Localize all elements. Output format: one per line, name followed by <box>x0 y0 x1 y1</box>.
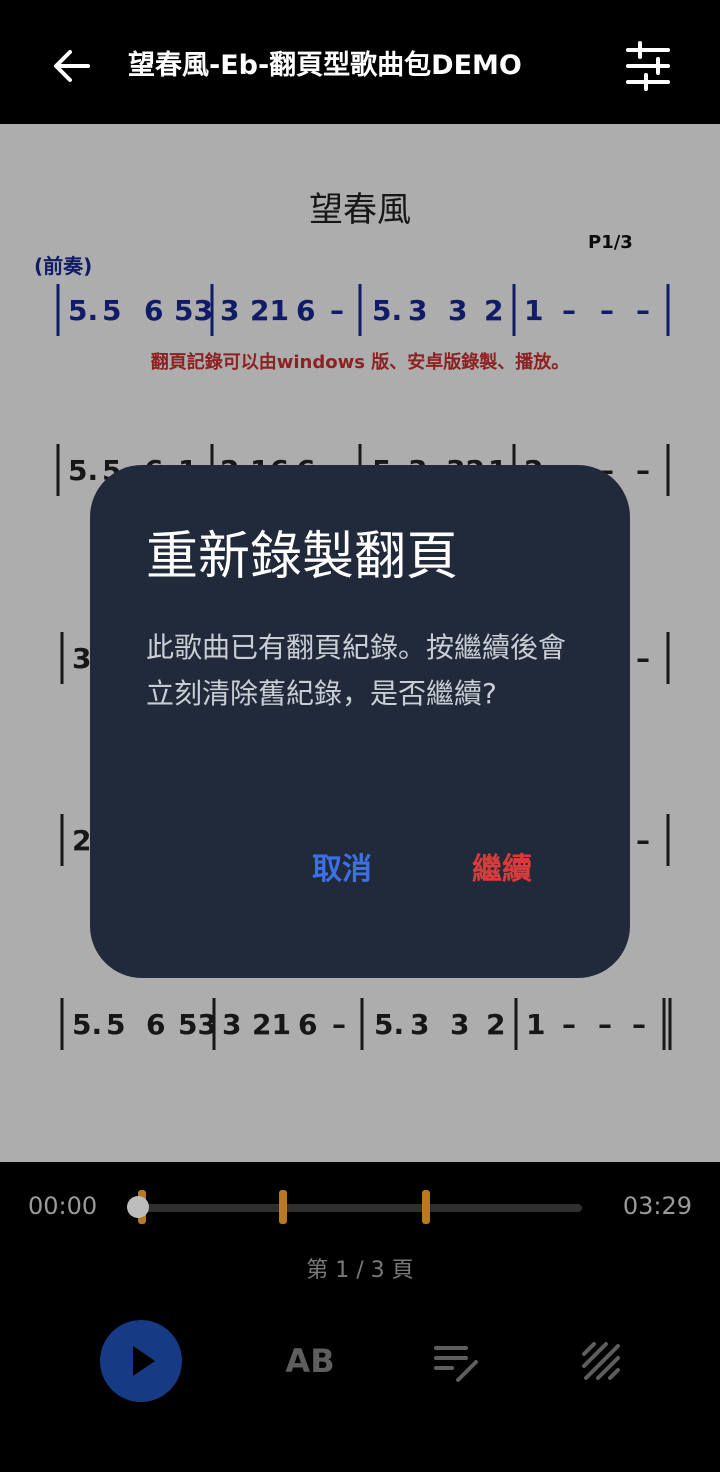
back-button[interactable] <box>44 38 100 94</box>
progress-slider[interactable] <box>138 1204 582 1212</box>
settings-button[interactable] <box>620 38 676 94</box>
ab-repeat-button[interactable]: AB <box>280 1338 340 1384</box>
page-marker[interactable] <box>422 1190 430 1224</box>
play-icon <box>133 1346 155 1376</box>
player-controls: 00:00 03:29 第 1 / 3 頁 AB <box>0 1162 720 1472</box>
draw-icon <box>582 1342 620 1380</box>
edit-notes-icon <box>434 1346 478 1382</box>
current-time: 00:00 <box>28 1192 98 1220</box>
draw-button[interactable] <box>576 1336 626 1386</box>
dialog-title: 重新錄製翻頁 <box>146 527 459 587</box>
app-bar: 望春風-Eb-翻頁型歌曲包DEMO <box>0 0 720 124</box>
cancel-button[interactable]: 取消 <box>312 845 372 895</box>
total-time: 03:29 <box>622 1192 692 1220</box>
dialog-message: 此歌曲已有翻頁紀錄。按繼續後會立刻清除舊紀錄，是否繼續? <box>146 631 567 710</box>
page-marker[interactable] <box>279 1190 287 1224</box>
continue-button[interactable]: 繼續 <box>472 845 532 895</box>
rerecord-dialog: 重新錄製翻頁 此歌曲已有翻頁紀錄。按繼續後會立刻清除舊紀錄，是否繼續? 取消 繼… <box>90 465 630 978</box>
edit-button[interactable] <box>432 1340 482 1384</box>
arrow-left-icon <box>54 50 90 82</box>
tune-sliders-icon <box>626 41 670 91</box>
page-title: 望春風-Eb-翻頁型歌曲包DEMO <box>128 50 522 81</box>
page-indicator: 第 1 / 3 頁 <box>306 1258 414 1283</box>
play-button[interactable] <box>100 1320 182 1402</box>
progress-thumb[interactable] <box>127 1196 149 1218</box>
